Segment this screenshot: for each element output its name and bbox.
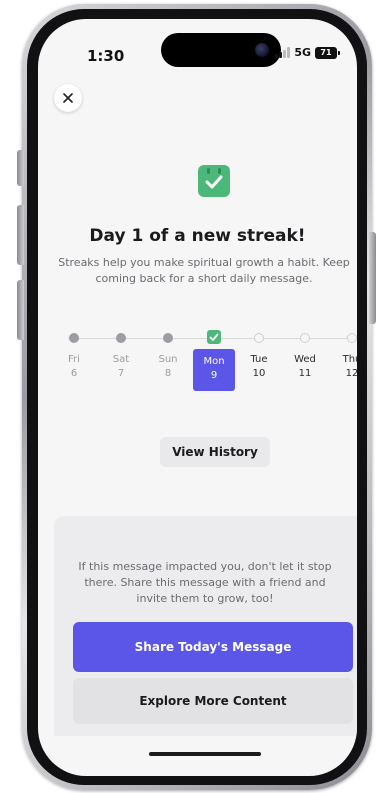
streak-dot-thu (347, 333, 357, 343)
day-sat[interactable]: Sat 7 (101, 353, 141, 381)
day-mon-selected[interactable]: Mon 9 (193, 349, 235, 391)
volume-up-button (17, 205, 24, 265)
day-name: Mon (203, 356, 225, 367)
signal-icon (275, 47, 291, 58)
day-name: Tue (250, 354, 268, 365)
status-indicators: 5G 71 (275, 46, 340, 59)
day-name: Sun (158, 354, 178, 365)
day-wed[interactable]: Wed 11 (285, 353, 325, 381)
streak-dot-sat (116, 333, 126, 343)
day-number: 11 (298, 368, 312, 379)
home-indicator[interactable] (149, 752, 261, 756)
day-number: 6 (70, 368, 78, 379)
day-name: Thu (342, 354, 357, 365)
dynamic-island (161, 33, 281, 67)
power-button (369, 232, 376, 324)
day-name: Fri (68, 354, 80, 365)
day-sun[interactable]: Sun 8 (148, 353, 188, 381)
day-number: 12 (345, 368, 357, 379)
camera-icon (255, 43, 269, 57)
day-number: 7 (117, 368, 125, 379)
day-thu[interactable]: Thu 12 (332, 353, 357, 381)
share-message: If this message impacted you, don't let … (78, 560, 332, 605)
day-number: 10 (252, 368, 266, 379)
streak-dot-sun (163, 333, 173, 343)
day-name: Sat (112, 354, 130, 365)
mute-switch (17, 150, 24, 186)
page-subtitle: Streaks help you make spiritual growth a… (58, 256, 350, 285)
streak-dot-fri (69, 333, 79, 343)
streak-dot-wed (300, 333, 310, 343)
screen: 1:30 5G 71 Day 1 of a new streak! Streak… (38, 19, 357, 776)
view-history-button[interactable]: View History (160, 437, 270, 467)
close-icon (63, 93, 73, 103)
day-tue[interactable]: Tue 10 (239, 353, 279, 381)
page-title: Day 1 of a new streak! (89, 226, 306, 246)
day-number: 8 (164, 368, 172, 379)
network-label: 5G (294, 46, 311, 59)
day-number: 9 (210, 370, 218, 381)
close-button[interactable] (54, 84, 82, 112)
share-todays-message-button[interactable]: Share Today's Message (73, 622, 353, 672)
day-name: Wed (294, 354, 316, 365)
streak-check-icon (207, 330, 221, 344)
day-fri[interactable]: Fri 6 (54, 353, 94, 381)
calendar-check-icon (198, 165, 230, 197)
status-time: 1:30 (87, 47, 125, 65)
explore-more-content-button[interactable]: Explore More Content (73, 678, 353, 724)
share-card: If this message impacted you, don't let … (54, 516, 357, 736)
streak-dot-tue (254, 333, 264, 343)
volume-down-button (17, 280, 24, 340)
battery-icon: 71 (315, 46, 340, 59)
